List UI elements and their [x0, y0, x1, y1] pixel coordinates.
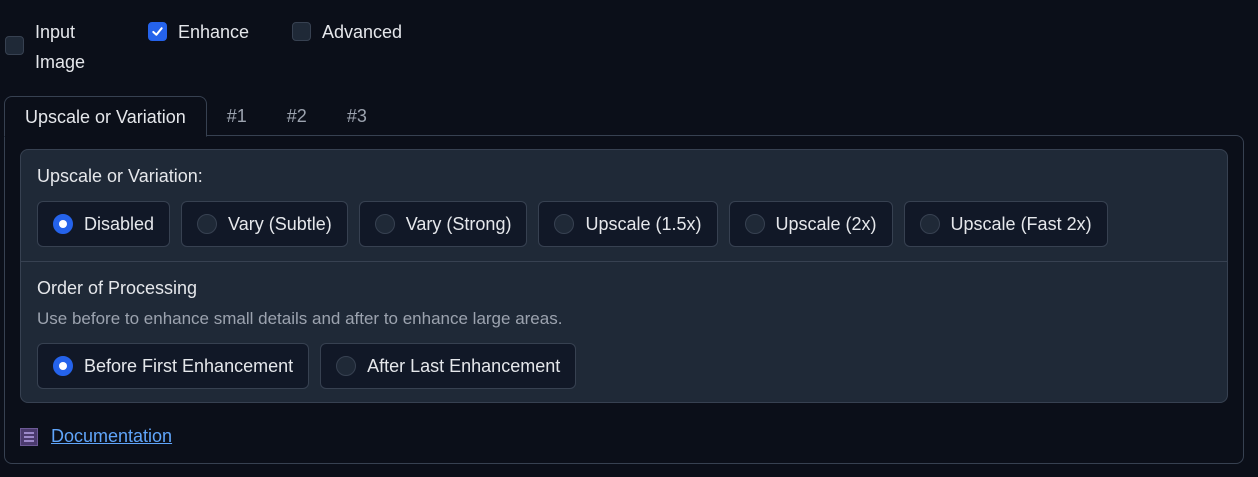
tab-3[interactable]: #3 — [327, 96, 387, 136]
radio-label: Before First Enhancement — [84, 355, 294, 376]
radio-vary-subtle[interactable]: Vary (Subtle) — [181, 201, 348, 247]
tab-bar: Upscale or Variation #1 #2 #3 — [4, 96, 387, 137]
advanced-checkbox-label: Advanced — [322, 22, 403, 42]
tab-upscale-or-variation[interactable]: Upscale or Variation — [4, 96, 207, 137]
radio-label: Disabled — [84, 213, 155, 234]
radio-upscale-1-5x[interactable]: Upscale (1.5x) — [538, 201, 718, 247]
advanced-checkbox-box[interactable] — [292, 22, 311, 41]
radio-label: Vary (Subtle) — [228, 213, 332, 234]
order-of-processing-info: Use before to enhance small details and … — [37, 309, 563, 328]
advanced-checkbox[interactable]: Advanced — [292, 17, 402, 47]
radio-dot[interactable] — [919, 214, 940, 234]
radio-dot[interactable] — [374, 214, 395, 234]
radio-dot-selected[interactable] — [53, 356, 73, 376]
radio-dot[interactable] — [197, 214, 218, 234]
tab-2[interactable]: #2 — [267, 96, 327, 136]
radio-upscale-2x[interactable]: Upscale (2x) — [728, 201, 893, 247]
radio-dot[interactable] — [554, 214, 575, 234]
order-of-processing-label: Order of Processing — [37, 278, 198, 298]
tab-1[interactable]: #1 — [207, 96, 267, 136]
radio-before-first-enhancement[interactable]: Before First Enhancement — [37, 343, 310, 389]
radio-upscale-fast-2x[interactable]: Upscale (Fast 2x) — [903, 201, 1108, 247]
input-image-checkbox-box[interactable] — [5, 36, 24, 55]
radio-label: Upscale (2x) — [775, 213, 877, 234]
radio-dot-selected[interactable] — [53, 214, 73, 234]
input-image-checkbox[interactable]: Input Image — [5, 17, 95, 77]
top-checkbox-row: Input Image Enhance Advanced — [0, 0, 1258, 96]
enhance-checkbox-box[interactable] — [148, 22, 167, 41]
documentation-link[interactable]: Documentation — [20, 426, 172, 447]
radio-label: Upscale (1.5x) — [585, 213, 702, 234]
radio-after-last-enhancement[interactable]: After Last Enhancement — [320, 343, 577, 389]
input-image-checkbox-label: Input Image — [35, 22, 86, 72]
radio-label: After Last Enhancement — [367, 355, 561, 376]
enhance-checkbox-label: Enhance — [178, 22, 250, 42]
upscale-or-variation-label: Upscale or Variation: — [37, 166, 203, 186]
upscale-settings-card: Upscale or Variation: Disabled Vary (Sub… — [20, 149, 1228, 403]
radio-vary-strong[interactable]: Vary (Strong) — [358, 201, 528, 247]
radio-label: Upscale (Fast 2x) — [950, 213, 1092, 234]
enhance-checkbox[interactable]: Enhance — [148, 17, 249, 47]
upscale-radio-group: Disabled Vary (Subtle) Vary (Strong) Ups… — [37, 201, 1108, 247]
radio-disabled[interactable]: Disabled — [37, 201, 171, 247]
order-radio-group: Before First Enhancement After Last Enha… — [37, 343, 577, 389]
checkmark-icon — [152, 27, 163, 36]
section-divider — [21, 261, 1227, 262]
radio-dot[interactable] — [336, 356, 357, 376]
document-icon — [20, 427, 38, 446]
radio-label: Vary (Strong) — [405, 213, 512, 234]
radio-dot[interactable] — [744, 214, 765, 234]
documentation-link-label: Documentation — [51, 426, 173, 446]
